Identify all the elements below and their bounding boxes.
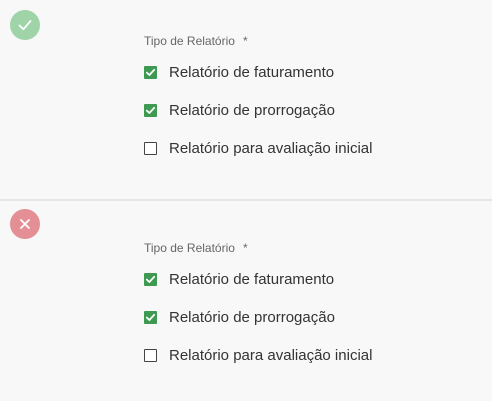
field-label-text: Tipo de Relatório — [144, 34, 235, 48]
field-label: Tipo de Relatório * — [144, 34, 248, 48]
required-asterisk: * — [242, 34, 248, 48]
checkbox[interactable] — [144, 272, 157, 286]
option-label: Relatório para avaliação inicial — [169, 346, 373, 364]
checkbox[interactable] — [144, 103, 157, 117]
option-label: Relatório de prorrogação — [169, 308, 335, 326]
success-example-panel: Tipo de Relatório * Relatório de faturame… — [0, 0, 492, 199]
option-relatorio-faturamento[interactable]: Relatório de faturamento — [144, 62, 334, 82]
error-example-panel: Tipo de Relatório * Relatório de faturame… — [0, 201, 492, 401]
checkbox[interactable] — [144, 141, 157, 155]
option-label: Relatório para avaliação inicial — [169, 139, 373, 157]
option-relatorio-faturamento[interactable]: Relatório de faturamento — [144, 269, 334, 289]
checkbox[interactable] — [144, 348, 157, 362]
field-label: Tipo de Relatório * — [144, 241, 248, 255]
option-relatorio-avaliacao-inicial[interactable]: Relatório para avaliação inicial — [144, 345, 372, 365]
option-relatorio-avaliacao-inicial[interactable]: Relatório para avaliação inicial — [144, 138, 372, 158]
option-relatorio-prorrogacao[interactable]: Relatório de prorrogação — [144, 100, 335, 120]
checkbox[interactable] — [144, 310, 157, 324]
option-relatorio-prorrogacao[interactable]: Relatório de prorrogação — [144, 307, 335, 327]
check-icon — [10, 10, 40, 40]
required-asterisk: * — [242, 241, 248, 255]
option-label: Relatório de prorrogação — [169, 101, 335, 119]
field-label-text: Tipo de Relatório — [144, 241, 235, 255]
close-icon — [10, 209, 40, 239]
option-label: Relatório de faturamento — [169, 63, 335, 81]
checkbox[interactable] — [144, 65, 157, 79]
option-label: Relatório de faturamento — [169, 270, 335, 288]
